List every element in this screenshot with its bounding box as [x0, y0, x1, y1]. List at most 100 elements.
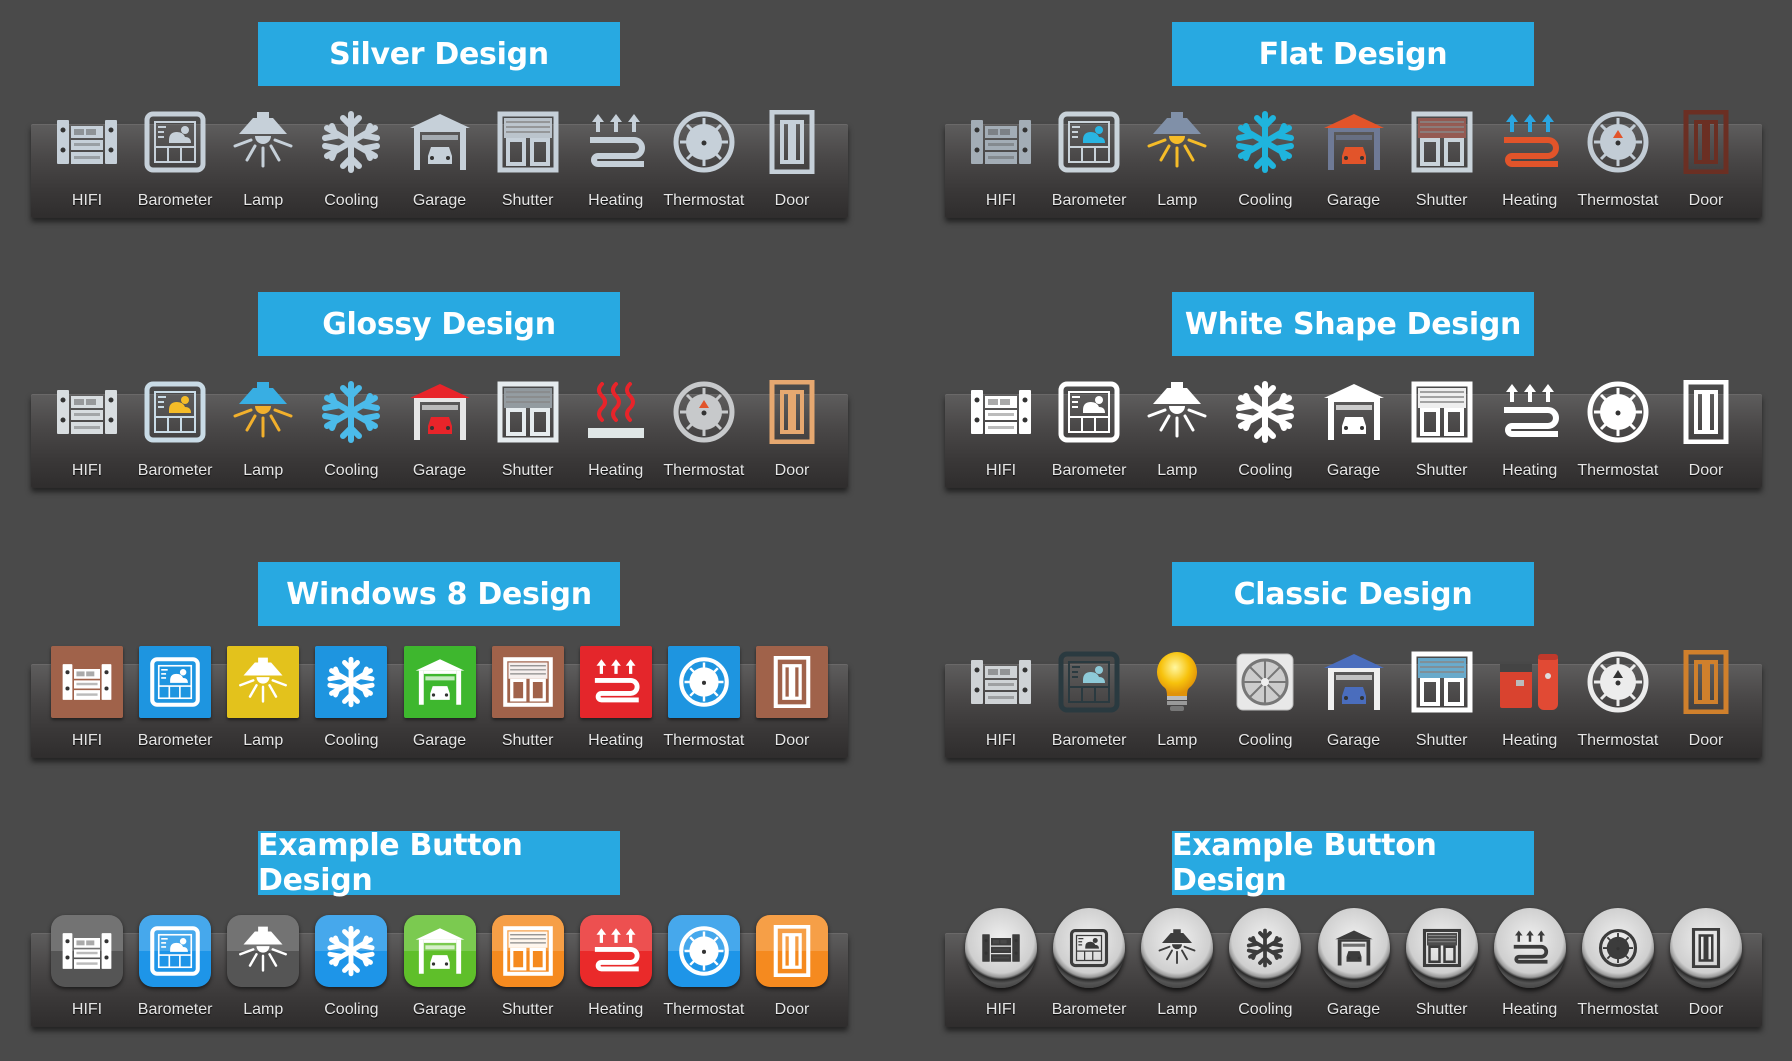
icon-button-shutter[interactable]: Shutter — [484, 376, 572, 516]
icon-button-hifi[interactable]: HIFI — [957, 646, 1045, 786]
icon-button-cooling[interactable]: Cooling — [1221, 376, 1309, 516]
icon-button-door[interactable]: Door — [1662, 646, 1750, 786]
icon-button-door[interactable]: Door — [748, 646, 836, 786]
icon-button-garage[interactable]: Garage — [396, 646, 484, 786]
icon-button-cooling[interactable]: Cooling — [1221, 106, 1309, 246]
icon-button-garage[interactable]: Garage — [396, 915, 484, 1055]
icon-button-door[interactable]: Door — [748, 376, 836, 516]
icon-label: HIFI — [985, 732, 1017, 749]
icon-button-cooling[interactable]: Cooling — [307, 915, 395, 1055]
barometer-icon — [1053, 106, 1125, 178]
icon-button-thermostat[interactable]: Thermostat — [1574, 376, 1662, 516]
icon-button-lamp[interactable]: Lamp — [1133, 376, 1221, 516]
icon-button-thermostat[interactable]: Thermostat — [1574, 908, 1662, 1055]
icon-label: Cooling — [1238, 192, 1293, 209]
lamp-icon — [227, 646, 300, 718]
icon-button-thermostat[interactable]: Thermostat — [660, 646, 748, 786]
icon-button-hifi[interactable]: HIFI — [43, 915, 131, 1055]
icon-button-hifi[interactable]: HIFI — [957, 376, 1045, 516]
icon-row: HIFI Barometer Lamp Cooling Garage Shutt… — [945, 376, 1762, 516]
icon-button-thermostat[interactable]: Thermostat — [660, 376, 748, 516]
icon-button-lamp[interactable]: Lamp — [1133, 106, 1221, 246]
icon-label: Shutter — [1415, 192, 1468, 209]
icon-button-lamp[interactable]: Lamp — [219, 376, 307, 516]
icon-button-heating[interactable]: Heating — [1486, 908, 1574, 1055]
icon-button-thermostat[interactable]: Thermostat — [660, 915, 748, 1055]
icon-label: Barometer — [137, 462, 213, 479]
icon-button-garage[interactable]: Garage — [1310, 376, 1398, 516]
icon-button-shutter[interactable]: Shutter — [484, 915, 572, 1055]
icon-button-door[interactable]: Door — [1662, 106, 1750, 246]
door-icon — [1670, 908, 1742, 988]
icon-label: Heating — [588, 192, 644, 209]
icon-button-hifi[interactable]: HIFI — [43, 106, 131, 246]
icon-button-hifi[interactable]: HIFI — [43, 646, 131, 786]
icon-button-cooling[interactable]: Cooling — [307, 646, 395, 786]
icon-button-barometer[interactable]: Barometer — [1045, 646, 1133, 786]
icon-button-door[interactable]: Door — [748, 106, 836, 246]
icon-button-garage[interactable]: Garage — [1310, 908, 1398, 1055]
icon-label: Cooling — [1238, 732, 1293, 749]
heating-icon — [579, 646, 652, 718]
icon-label: Garage — [412, 462, 467, 479]
icon-label: Lamp — [243, 462, 284, 479]
icon-button-cooling[interactable]: Cooling — [1221, 908, 1309, 1055]
icon-button-cooling[interactable]: Cooling — [307, 376, 395, 516]
icon-button-shutter[interactable]: Shutter — [1398, 376, 1486, 516]
icon-button-shutter[interactable]: Shutter — [484, 646, 572, 786]
icon-button-shutter[interactable]: Shutter — [1398, 908, 1486, 1055]
icon-button-heating[interactable]: Heating — [1486, 106, 1574, 246]
icon-button-lamp[interactable]: Lamp — [219, 106, 307, 246]
icon-button-garage[interactable]: Garage — [1310, 106, 1398, 246]
icon-button-thermostat[interactable]: Thermostat — [1574, 646, 1662, 786]
icon-row: HIFI Barometer Lamp Cooling Garage Shutt… — [31, 915, 848, 1055]
boiler-icon — [1494, 646, 1566, 718]
icon-button-barometer[interactable]: Barometer — [131, 915, 219, 1055]
icon-button-heating[interactable]: Heating — [572, 646, 660, 786]
icon-button-barometer[interactable]: Barometer — [1045, 376, 1133, 516]
icon-button-garage[interactable]: Garage — [1310, 646, 1398, 786]
lamp-icon — [227, 915, 300, 987]
icon-button-cooling[interactable]: Cooling — [307, 106, 395, 246]
door-icon — [756, 646, 828, 718]
icon-button-garage[interactable]: Garage — [396, 376, 484, 516]
icon-button-hifi[interactable]: HIFI — [957, 106, 1045, 246]
icon-button-heating[interactable]: Heating — [1486, 376, 1574, 516]
icon-button-shutter[interactable]: Shutter — [484, 106, 572, 246]
icon-button-barometer[interactable]: Barometer — [131, 646, 219, 786]
icon-button-door[interactable]: Door — [1662, 908, 1750, 1055]
icon-button-barometer[interactable]: Barometer — [1045, 908, 1133, 1055]
icon-button-thermostat[interactable]: Thermostat — [660, 106, 748, 246]
icon-set-glossy: Glossy Design HIFI Barometer Lamp Coolin… — [31, 292, 848, 522]
icon-label: HIFI — [71, 1001, 103, 1018]
icon-label: Barometer — [1051, 462, 1127, 479]
heating-icon — [579, 915, 652, 987]
icon-button-heating[interactable]: Heating — [1486, 646, 1574, 786]
icon-button-lamp[interactable]: Lamp — [219, 646, 307, 786]
icon-label: Heating — [588, 1001, 644, 1018]
icon-button-lamp[interactable]: Lamp — [219, 915, 307, 1055]
icon-button-heating[interactable]: Heating — [572, 376, 660, 516]
icon-button-heating[interactable]: Heating — [572, 106, 660, 246]
icon-button-heating[interactable]: Heating — [572, 915, 660, 1055]
icon-button-hifi[interactable]: HIFI — [43, 376, 131, 516]
icon-label: Shutter — [501, 1001, 554, 1018]
icon-button-thermostat[interactable]: Thermostat — [1574, 106, 1662, 246]
icon-button-lamp[interactable]: Lamp — [1133, 908, 1221, 1055]
icon-button-lamp[interactable]: Lamp — [1133, 646, 1221, 786]
icon-button-shutter[interactable]: Shutter — [1398, 106, 1486, 246]
icon-button-barometer[interactable]: Barometer — [131, 106, 219, 246]
icon-button-barometer[interactable]: Barometer — [1045, 106, 1133, 246]
barometer-icon — [139, 376, 211, 448]
icon-button-garage[interactable]: Garage — [396, 106, 484, 246]
garage-icon — [403, 646, 476, 718]
icon-button-cooling[interactable]: Cooling — [1221, 646, 1309, 786]
icon-button-door[interactable]: Door — [1662, 376, 1750, 516]
icon-button-hifi[interactable]: HIFI — [957, 908, 1045, 1055]
set-title: Classic Design — [1172, 562, 1534, 626]
set-title: Example Button Design — [258, 828, 620, 898]
icon-button-door[interactable]: Door — [748, 915, 836, 1055]
icon-button-shutter[interactable]: Shutter — [1398, 646, 1486, 786]
lamp-icon — [1141, 106, 1213, 178]
icon-button-barometer[interactable]: Barometer — [131, 376, 219, 516]
